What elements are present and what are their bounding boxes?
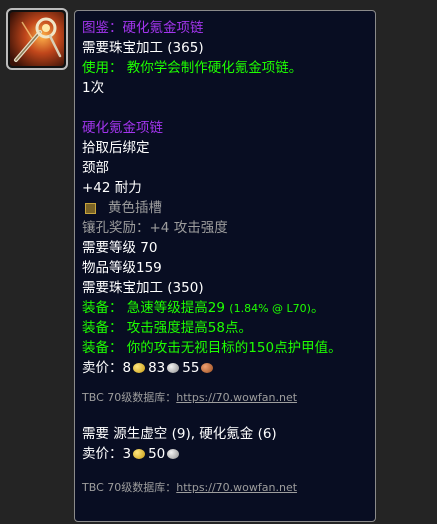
copper-coin-icon	[201, 363, 214, 373]
reagents-requirement: 需要 源生虚空 (9), 硬化氪金 (6)	[82, 426, 277, 442]
sell-silver-amount: 50	[148, 446, 166, 462]
sell-gold-amount: 8	[122, 360, 132, 376]
item-icon-frame[interactable]	[6, 8, 68, 70]
source-label: TBC 70级数据库：	[82, 391, 177, 404]
recipe-use-effect: 使用： 教你学会制作硬化氪金项链。	[82, 58, 368, 78]
source-link[interactable]: https://70.wowfan.net	[176, 481, 297, 494]
equip-label: 装备：	[82, 300, 123, 316]
yellow-socket-icon	[85, 202, 96, 214]
equip-text: 急速等级提高29	[126, 300, 225, 316]
item-tooltip: 图鉴：硬化氪金项链 需要珠宝加工 (365) 使用： 教你学会制作硬化氪金项链。…	[74, 10, 376, 522]
item-binding: 拾取后绑定	[82, 140, 150, 156]
item-stat-stamina: +42 耐力	[82, 180, 142, 196]
equip-note: (1.84% @ L70)	[229, 302, 311, 315]
equip-effect-haste: 装备： 急速等级提高29 (1.84% @ L70)。	[82, 298, 368, 318]
item-socket-bonus: 镶孔奖励：+4 攻击强度	[82, 220, 228, 236]
item-level: 物品等级159	[82, 260, 162, 276]
sell-gold-amount: 3	[122, 446, 132, 462]
item-level-requirement: 需要等级 70	[82, 240, 158, 256]
item-name[interactable]: 硬化氪金项链	[82, 118, 368, 138]
gold-coin-icon	[133, 363, 146, 373]
source-attribution: TBC 70级数据库：https://70.wowfan.net	[82, 388, 368, 408]
use-text: 教你学会制作硬化氪金项链。	[126, 60, 303, 76]
equip-effect-armor-penetration: 装备： 你的攻击无视目标的150点护甲值。	[82, 338, 368, 358]
source-attribution: TBC 70级数据库：https://70.wowfan.net	[82, 478, 368, 498]
source-label: TBC 70级数据库：	[82, 481, 177, 494]
page: 图鉴：硬化氪金项链 需要珠宝加工 (365) 使用： 教你学会制作硬化氪金项链。…	[0, 0, 437, 524]
item-sell-price: 卖价：8 83 55	[82, 358, 368, 378]
equip-text: 你的攻击无视目标的150点护甲值。	[126, 340, 342, 356]
gold-coin-icon	[133, 449, 146, 459]
sell-copper-amount: 55	[182, 360, 200, 376]
item-profession-requirement: 需要珠宝加工 (350)	[82, 280, 204, 296]
recipe-title[interactable]: 图鉴：硬化氪金项链	[82, 18, 368, 38]
sell-label: 卖价：	[82, 446, 123, 462]
recipe-charges: 1次	[82, 80, 105, 96]
silver-coin-icon	[167, 363, 180, 373]
source-link[interactable]: https://70.wowfan.net	[176, 391, 297, 404]
sell-silver-amount: 83	[148, 360, 166, 376]
item-slot: 颈部	[82, 160, 109, 176]
equip-label: 装备：	[82, 340, 123, 356]
item-socket: 黄色插槽	[82, 198, 368, 218]
recipe-skill-requirement: 需要珠宝加工 (365)	[82, 40, 204, 56]
socket-label: 黄色插槽	[108, 200, 162, 216]
equip-text: 攻击强度提高58点。	[126, 320, 252, 336]
use-label: 使用：	[82, 60, 123, 76]
equip-effect-attack-power: 装备： 攻击强度提高58点。	[82, 318, 368, 338]
jewelcrafting-recipe-icon	[10, 12, 64, 66]
equip-suffix: 。	[310, 300, 325, 316]
sell-label: 卖价：	[82, 360, 123, 376]
silver-coin-icon	[167, 449, 180, 459]
equip-label: 装备：	[82, 320, 123, 336]
reagents-sell-price: 卖价：3 50	[82, 444, 368, 464]
